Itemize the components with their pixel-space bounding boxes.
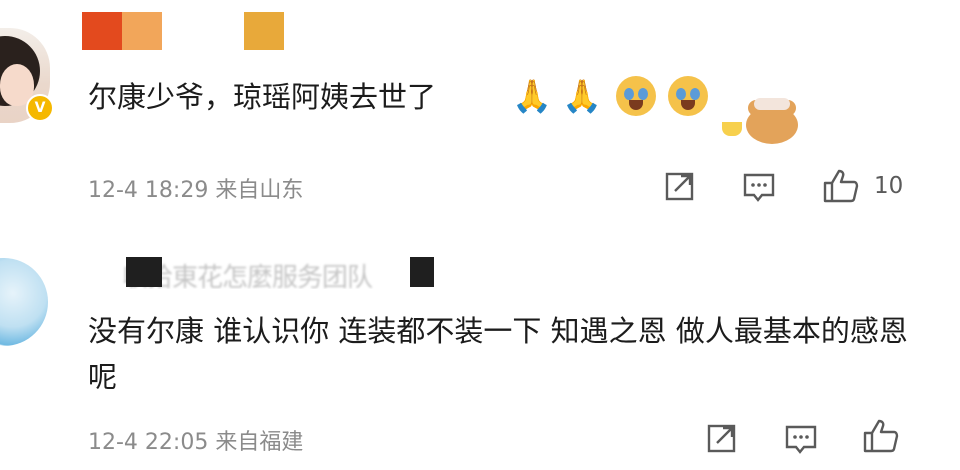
crying-face-emoji (616, 76, 656, 116)
like-icon[interactable] (822, 168, 860, 204)
avatar[interactable] (0, 258, 52, 350)
comment-item: V 尔康少爷，琼瑶阿姨去世了 🙏 🙏 12-4 18:29 来自山东 10 (0, 0, 960, 235)
comment-text: 没有尔康 谁认识你 连装都不装一下 知遇之恩 做人最基本的感恩呢 (88, 314, 908, 394)
comment-icon[interactable] (784, 422, 818, 456)
share-icon[interactable] (664, 170, 696, 202)
redacted-username (82, 12, 284, 54)
comment-icon[interactable] (742, 170, 776, 204)
cup-sticker-icon (722, 122, 742, 136)
like-count: 10 (874, 173, 904, 199)
pray-emoji: 🙏 (512, 77, 552, 115)
comment-meta: 12-4 18:29 来自山东 (88, 178, 304, 203)
comment-meta: 12-4 22:05 来自福建 (88, 430, 304, 455)
pray-emoji: 🙏 (562, 77, 602, 115)
crying-face-emoji (668, 76, 708, 116)
verified-badge-icon: V (26, 94, 54, 122)
redacted-username: 收拾東花怎麼服务团队 (82, 255, 452, 289)
like-icon[interactable] (862, 418, 900, 454)
comment-text: 尔康少爷，琼瑶阿姨去世了 (88, 80, 437, 114)
share-icon[interactable] (706, 422, 738, 454)
bear-sticker (746, 98, 798, 144)
